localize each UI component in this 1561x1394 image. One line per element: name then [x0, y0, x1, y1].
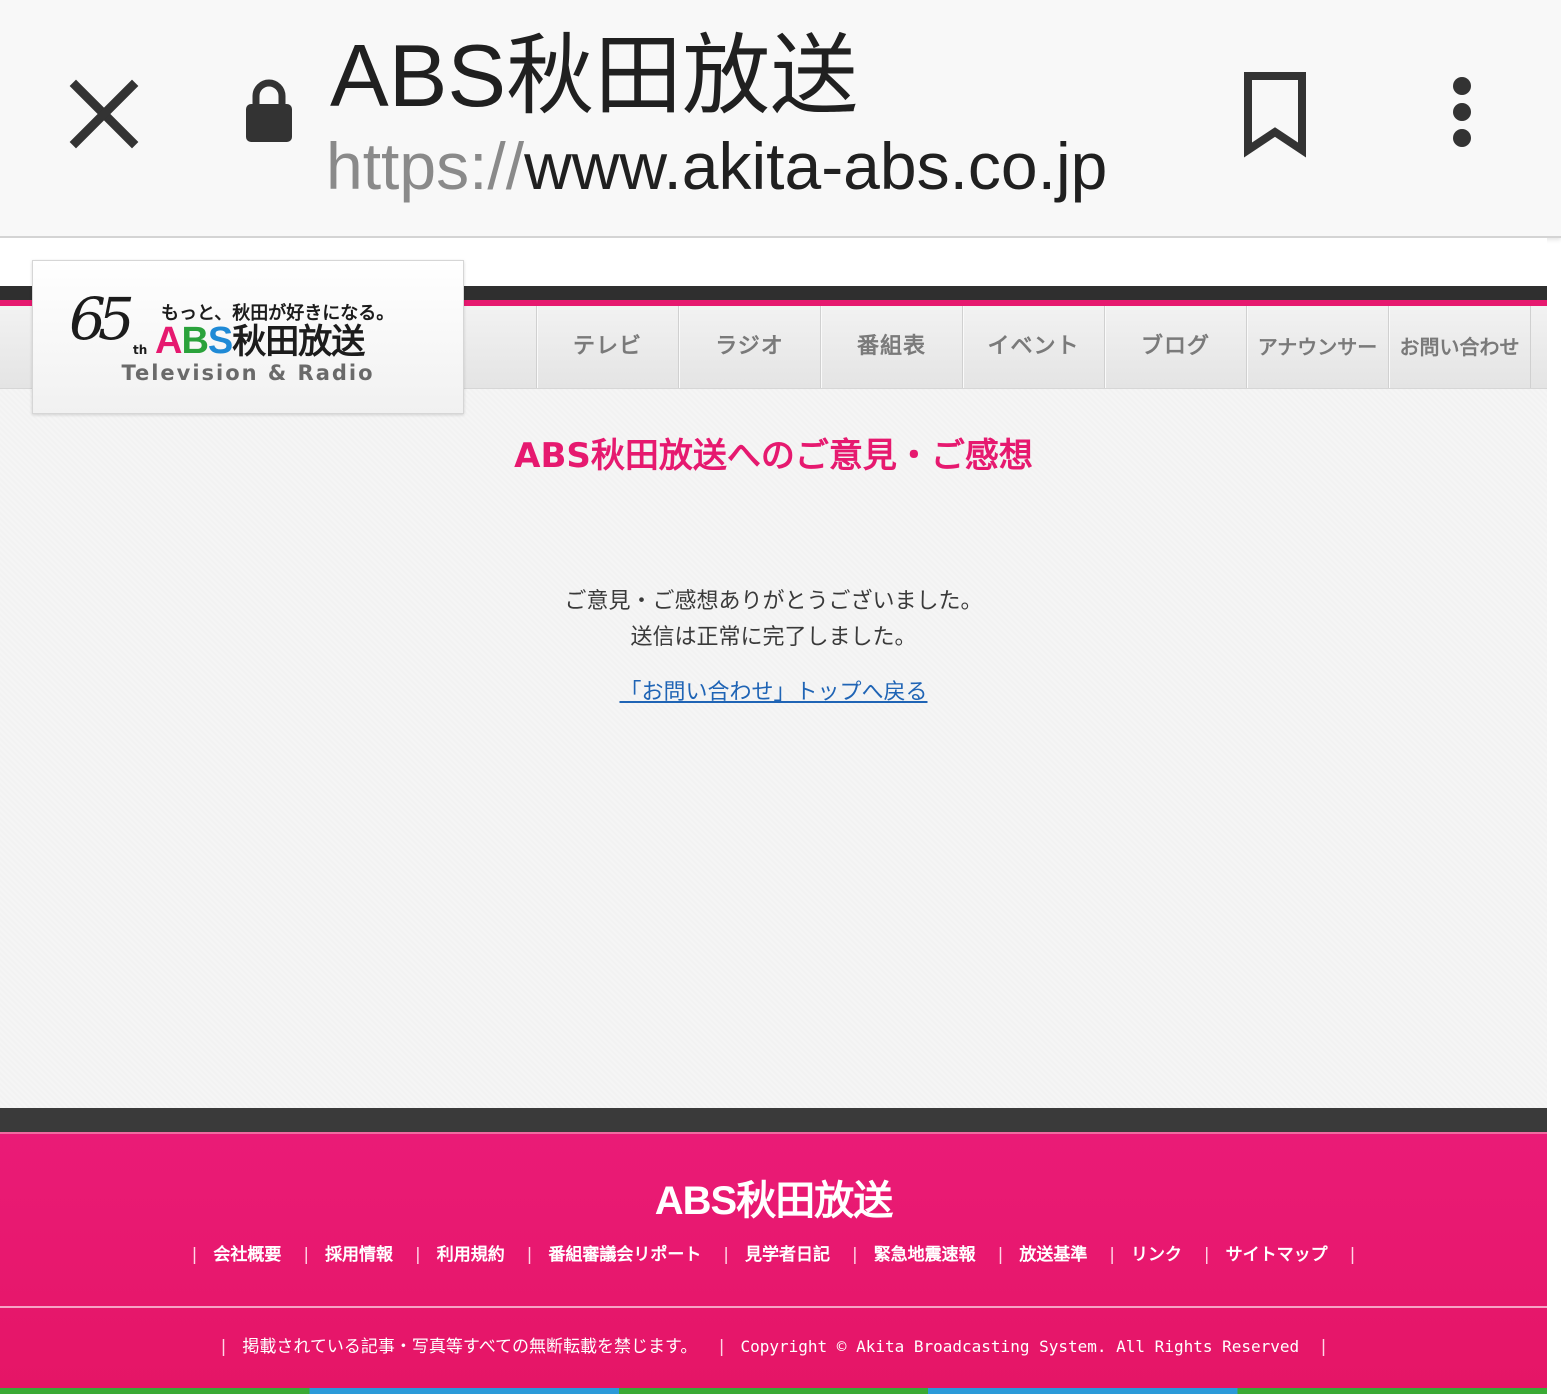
footer-link-earthquake-alert[interactable]: 緊急地震速報 [874, 1245, 976, 1265]
nav-item-event[interactable]: イベント [962, 306, 1104, 388]
nav-item-contact[interactable]: お問い合わせ [1388, 306, 1531, 388]
browser-toolbar: ABS秋田放送 https://www.akita-abs.co.jp [0, 0, 1561, 238]
footer-link-sitemap[interactable]: サイトマップ [1226, 1245, 1328, 1265]
logo-japanese-name: 秋田放送 [232, 322, 365, 362]
nav-item-blog[interactable]: ブログ [1104, 306, 1246, 388]
logo-tagline: Television & Radio [121, 361, 375, 385]
footer-link-broadcast-standards[interactable]: 放送基準 [1019, 1245, 1087, 1265]
nav-item-radio[interactable]: ラジオ [678, 306, 820, 388]
url-host: www.akita-abs.co.jp [524, 129, 1108, 203]
page-title: ABS秋田放送 [330, 26, 859, 125]
nav-item-announcer[interactable]: アナウンサー [1246, 306, 1388, 388]
copyright-text: Copyright © Akita Broadcasting System. A… [740, 1337, 1300, 1356]
footer-color-stripe [0, 1388, 1547, 1394]
footer-logo[interactable]: ABS秋田放送 [0, 1168, 1547, 1226]
lock-icon [244, 78, 294, 144]
sent-confirmation: 送信は正常に完了しました。 [630, 625, 917, 650]
logo-wordmark: ABS秋田放送 [155, 319, 365, 364]
form-page-title: ABS秋田放送へのご意見・ご感想 [514, 436, 1033, 476]
url-scheme: https:// [326, 129, 525, 203]
url-display[interactable]: https://www.akita-abs.co.jp [326, 126, 1107, 206]
logo-letter-s: S [207, 320, 233, 362]
footer-link-terms[interactable]: 利用規約 [437, 1245, 505, 1265]
bookmark-icon[interactable] [1240, 70, 1310, 158]
footer-link-company[interactable]: 会社概要 [213, 1245, 281, 1265]
logo-letter-a: A [155, 320, 182, 362]
close-icon[interactable] [62, 72, 146, 156]
footer-link-links[interactable]: リンク [1131, 1245, 1182, 1265]
footer-links: | 会社概要 | 採用情報 | 利用規約 | 番組審議会リポート | 見学者日記 | 緊急地… [191, 1245, 1356, 1265]
logo-letter-b: B [181, 320, 208, 362]
footer-divider [0, 1306, 1547, 1308]
nav-item-schedule[interactable]: 番組表 [820, 306, 962, 388]
footer-dark-bar [0, 1108, 1547, 1132]
site-logo[interactable]: 65 th もっと、秋田が好きになる。 ABS秋田放送 Television &… [32, 260, 464, 414]
site-footer: ABS秋田放送 | 会社概要 | 採用情報 | 利用規約 | 番組審議会リポート | 見学… [0, 1134, 1547, 1390]
footer-copyright-row: | 掲載されている記事・写真等すべての無断転載を禁じます。 | Copyright … [220, 1337, 1327, 1357]
footer-link-recruit[interactable]: 採用情報 [325, 1245, 393, 1265]
more-vert-icon[interactable] [1440, 70, 1484, 160]
footer-link-council-report[interactable]: 番組審議会リポート [548, 1245, 701, 1265]
footer-link-visitor-diary[interactable]: 見学者日記 [745, 1245, 830, 1265]
reproduction-notice: 掲載されている記事・写真等すべての無断転載を禁じます。 [242, 1337, 698, 1357]
content-background [0, 388, 1547, 1108]
logo-65th-suffix: th [133, 343, 148, 357]
back-to-contact-link[interactable]: 「お問い合わせ」トップへ戻る [0, 674, 1547, 706]
thanks-message: ご意見・ご感想ありがとうございました。 [564, 589, 983, 614]
web-page: テレビ ラジオ 番組表 イベント ブログ アナウンサー お問い合わせ 65 th… [0, 238, 1547, 1394]
nav-item-tv[interactable]: テレビ [536, 306, 678, 388]
nav-items: テレビ ラジオ 番組表 イベント ブログ アナウンサー お問い合わせ [536, 306, 1531, 388]
logo-65th-mark: 65 [69, 285, 135, 353]
